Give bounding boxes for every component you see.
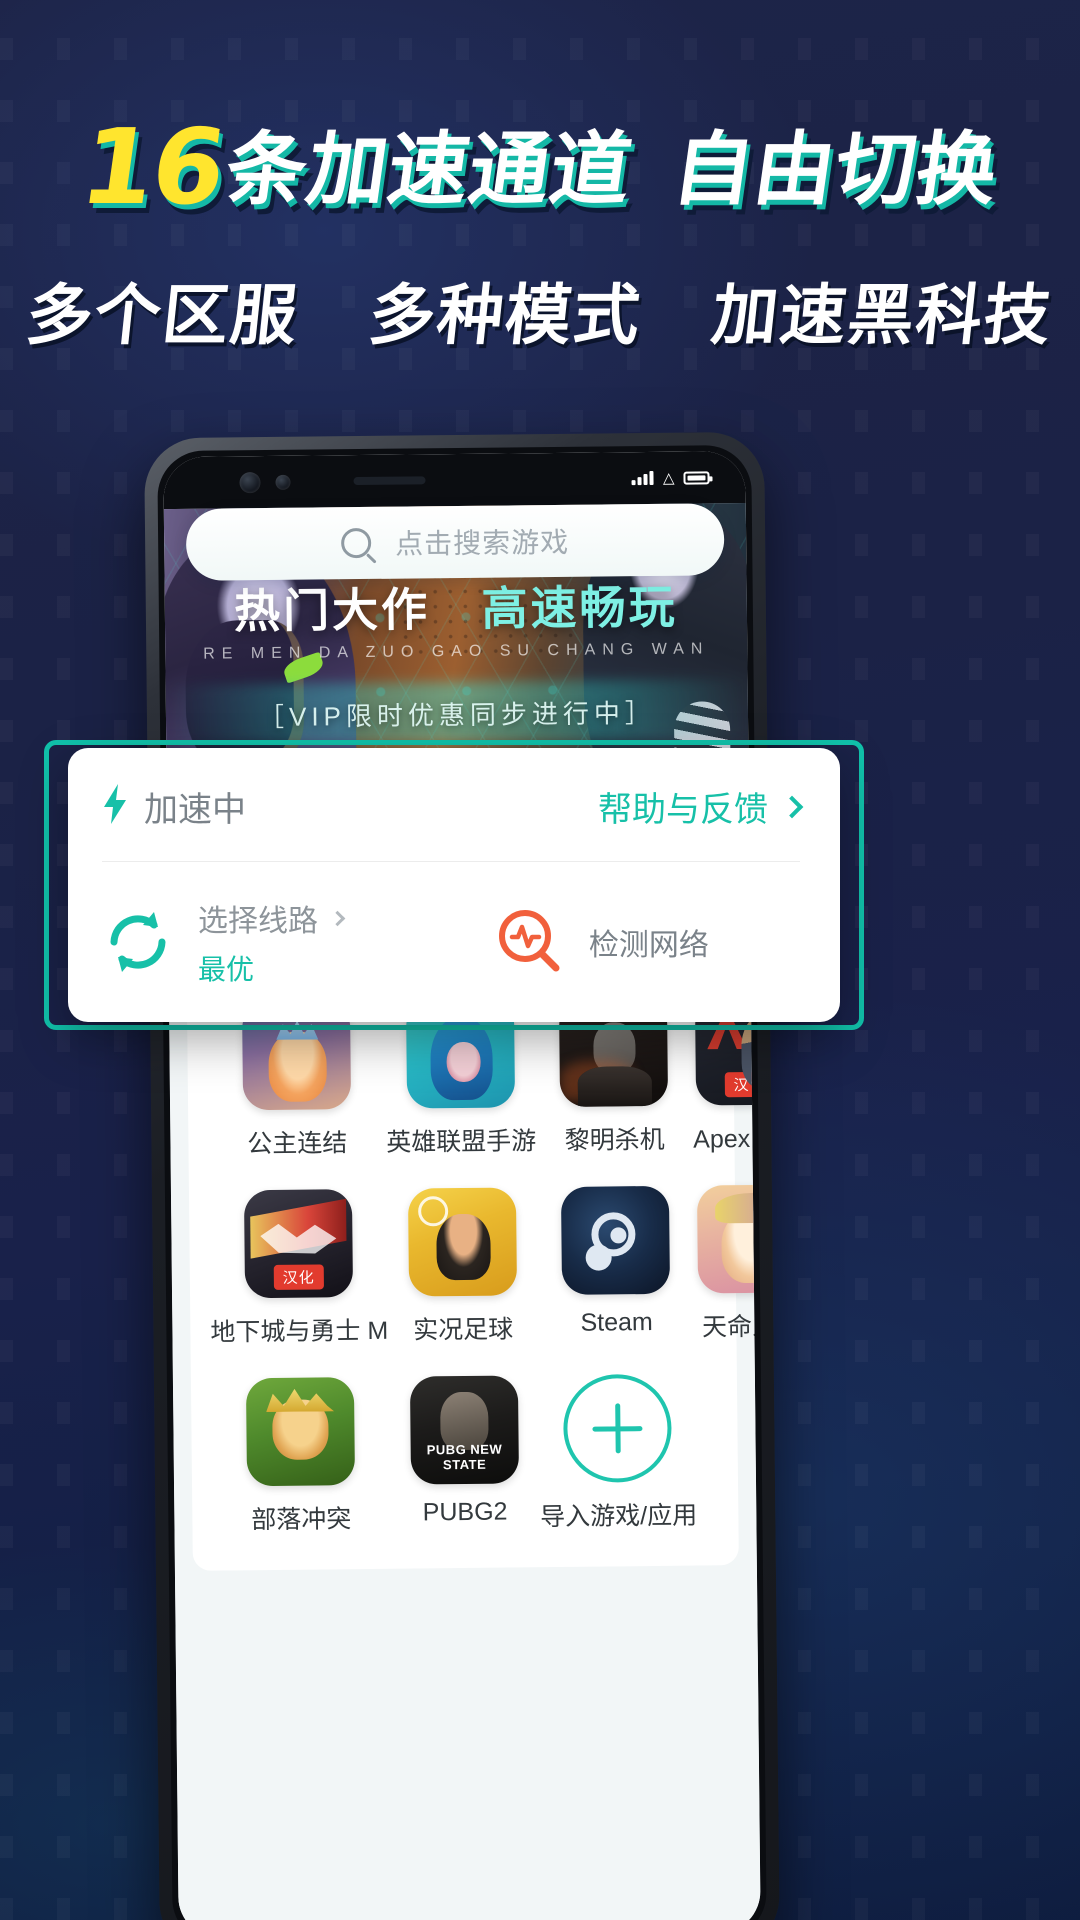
chevron-right-icon — [780, 795, 804, 818]
chinese-localization-badge: 汉化 — [273, 1264, 324, 1290]
earpiece-speaker — [353, 476, 426, 486]
headline-line-1: 16 条加速通道 自由切换 — [0, 106, 1080, 228]
game-name-label: 英雄联盟手游 — [386, 1127, 537, 1157]
game-name-label: 部落冲突 — [251, 1505, 352, 1535]
game-item[interactable]: 导入游戏/应用 — [539, 1373, 698, 1534]
phone-screen: △ 热门大作 高速畅玩 RE MEN DA ZUO GAO SU CHANG W… — [163, 450, 761, 1920]
select-route-label: 选择线路 — [198, 905, 318, 938]
coc-icon[interactable] — [245, 1377, 355, 1487]
subtitle-part-2: 多种模式 — [365, 277, 646, 352]
search-bar[interactable]: 点击搜索游戏 — [185, 503, 725, 581]
pubg-icon[interactable]: PUBG NEW STATE — [409, 1375, 519, 1485]
network-pulse-search-icon — [493, 906, 565, 978]
promo-headline: 16 条加速通道 自由切换 多个区服 多种模式 加速黑科技 — [0, 106, 1080, 358]
game-item[interactable]: 部落冲突 — [211, 1377, 390, 1537]
banner-title-white: 热门大作 — [233, 583, 431, 638]
headline-main-text-2: 自由切换 — [667, 124, 1004, 214]
detect-network-label: 检测网络 — [588, 929, 709, 962]
battery-icon — [683, 470, 710, 485]
game-item[interactable]: 公主连结 — [207, 1001, 386, 1161]
subtitle-part-3: 加速黑科技 — [708, 277, 1057, 352]
banner-text-block: 热门大作 高速畅玩 RE MEN DA ZUO GAO SU CHANG WAN… — [165, 581, 749, 735]
game-name-label: 黎明杀机 — [564, 1125, 665, 1155]
subtitle-part-1: 多个区服 — [22, 277, 303, 352]
front-camera-icon — [239, 472, 261, 494]
game-name-label: Apex 英雄 — [693, 1124, 761, 1154]
steam-icon[interactable] — [561, 1185, 671, 1295]
game-name-label: 地下城与勇士 M — [210, 1316, 389, 1347]
route-label-row: 选择线路 — [198, 896, 346, 940]
game-item[interactable]: Steam — [537, 1185, 696, 1346]
game-item[interactable]: 天命之子 — [694, 1184, 761, 1343]
banner-vip-text: ［VIP限时优惠同步进行中］ — [257, 697, 657, 732]
chevron-right-icon — [329, 910, 346, 926]
route-text-group: 选择线路 最优 — [198, 896, 346, 988]
pubg-logo-text: PUBG NEW STATE — [426, 1441, 503, 1473]
game-item[interactable]: PUBG NEW STATE PUBG2 — [389, 1375, 541, 1535]
game-name-label: PUBG2 — [422, 1497, 508, 1527]
game-name-label: 实况足球 — [413, 1315, 514, 1345]
phone-bezel: △ 热门大作 高速畅玩 RE MEN DA ZUO GAO SU CHANG W… — [157, 444, 767, 1920]
search-input[interactable]: 点击搜索游戏 — [395, 521, 569, 563]
wifi-icon: △ — [662, 469, 675, 487]
game-list-card: 公主连结 英雄联盟手游 黎明杀机 汉化 Apex 英雄 汉化 地下城与勇士 M 实况足球 Ste… — [186, 963, 761, 1571]
signal-bars-icon — [631, 470, 655, 486]
destiny-icon[interactable] — [696, 1184, 761, 1294]
banner-title: 热门大作 高速畅玩 — [165, 581, 747, 638]
select-route-button[interactable]: 选择线路 最优 — [102, 896, 493, 988]
sensor-icon — [275, 474, 291, 490]
search-icon — [340, 527, 372, 559]
accelerate-status-label: 加速中 — [144, 791, 246, 829]
game-item[interactable]: 英雄联盟手游 — [385, 999, 537, 1159]
headline-line-2: 多个区服 多种模式 加速黑科技 — [0, 262, 1080, 358]
game-item[interactable]: 实况足球 — [387, 1187, 539, 1347]
game-item[interactable]: 汉化地下城与勇士 M — [209, 1189, 388, 1349]
headline-number: 16 — [73, 106, 232, 228]
lightning-bolt-icon — [102, 784, 128, 829]
accelerate-card-actions: 选择线路 最优 检测网络 — [102, 862, 800, 988]
game-name-label: 天命之子 — [701, 1312, 761, 1342]
game-name-label: Steam — [580, 1308, 653, 1337]
accelerate-card-header: 加速中 帮助与反馈 — [102, 782, 804, 861]
game-grid: 公主连结 英雄联盟手游 黎明杀机 汉化 Apex 英雄 汉化 地下城与勇士 M 实况足球 Ste… — [207, 996, 761, 1537]
route-value: 最优 — [198, 954, 255, 985]
banner-pinyin: RE MEN DA ZUO GAO SU CHANG WAN — [203, 639, 710, 663]
help-feedback-button[interactable]: 帮助与反馈 — [598, 782, 804, 831]
banner-title-teal: 高速畅玩 — [481, 580, 678, 635]
add-game-icon[interactable] — [563, 1373, 673, 1483]
help-feedback-label: 帮助与反馈 — [598, 791, 768, 829]
accelerate-card: 加速中 帮助与反馈 选择线路 最优 检测网络 — [68, 748, 840, 1022]
detect-network-button[interactable]: 检测网络 — [493, 906, 800, 978]
game-name-label: 导入游戏/应用 — [540, 1501, 698, 1532]
accelerate-status-group: 加速中 — [102, 782, 246, 831]
status-bar: △ — [163, 450, 746, 510]
headline-main-text-1: 条加速通道 — [220, 124, 638, 214]
phone-mockup: △ 热门大作 高速畅玩 RE MEN DA ZUO GAO SU CHANG W… — [144, 431, 780, 1920]
refresh-circular-icon — [102, 906, 174, 978]
chinese-localization-badge: 汉化 — [724, 1071, 761, 1098]
dnf-icon[interactable]: 汉化 — [243, 1189, 353, 1299]
game-name-label: 公主连结 — [247, 1129, 348, 1159]
pes-icon[interactable] — [407, 1187, 517, 1297]
